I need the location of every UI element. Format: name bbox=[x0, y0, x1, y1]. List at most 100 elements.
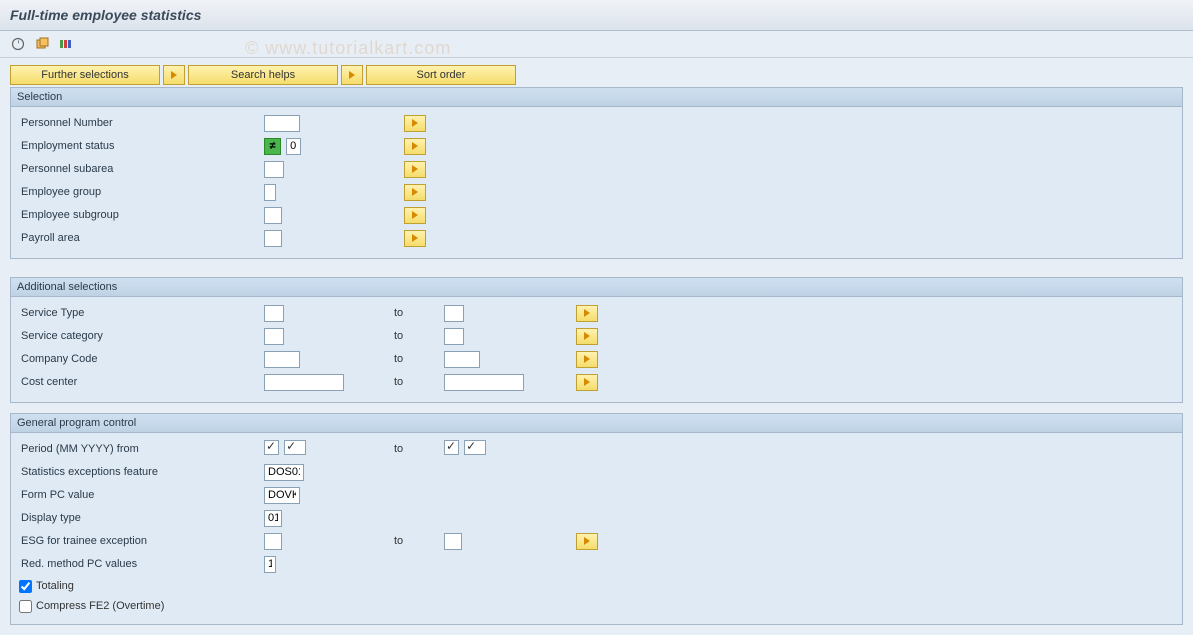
label-stats-exceptions: Statistics exceptions feature bbox=[19, 466, 264, 478]
input-personnel-subarea[interactable] bbox=[264, 161, 284, 178]
input-red-method[interactable] bbox=[264, 556, 276, 573]
row-red-method: Red. method PC values bbox=[19, 553, 1174, 575]
more-button[interactable] bbox=[576, 328, 598, 345]
row-cost-center: Cost center to bbox=[19, 371, 1174, 393]
to-label: to bbox=[394, 307, 444, 319]
label-cost-center: Cost center bbox=[19, 376, 264, 388]
checkbox-totaling[interactable] bbox=[19, 580, 32, 593]
further-selections-button[interactable]: Further selections bbox=[10, 65, 160, 85]
label-payroll-area: Payroll area bbox=[19, 232, 264, 244]
row-totaling: Totaling bbox=[19, 576, 1174, 596]
sort-order-button[interactable]: Sort order bbox=[366, 65, 516, 85]
variant-icon[interactable] bbox=[34, 36, 50, 52]
input-esg-trainee-low[interactable] bbox=[264, 533, 282, 550]
input-form-pc[interactable] bbox=[264, 487, 300, 504]
not-equal-icon[interactable]: ≠ bbox=[264, 138, 281, 155]
input-personnel-number[interactable] bbox=[264, 115, 300, 132]
row-personnel-subarea: Personnel subarea bbox=[19, 158, 1174, 180]
arrow-right-icon bbox=[412, 234, 418, 242]
general-panel: General program control Period (MM YYYY)… bbox=[10, 413, 1183, 625]
additional-panel-header: Additional selections bbox=[11, 278, 1182, 297]
label-employment-status: Employment status bbox=[19, 140, 264, 152]
more-button[interactable] bbox=[576, 351, 598, 368]
checkbox-compress-fe2[interactable] bbox=[19, 600, 32, 613]
more-button[interactable] bbox=[576, 305, 598, 322]
more-button[interactable] bbox=[404, 230, 426, 247]
row-company-code: Company Code to bbox=[19, 348, 1174, 370]
selection-buttons: Further selections Search helps Sort ord… bbox=[0, 58, 1193, 87]
input-esg-trainee-high[interactable] bbox=[444, 533, 462, 550]
search-helps-button[interactable]: Search helps bbox=[188, 65, 338, 85]
more-button[interactable] bbox=[404, 161, 426, 178]
arrow-right-icon bbox=[412, 211, 418, 219]
input-display-type[interactable] bbox=[264, 510, 282, 527]
label-employee-subgroup: Employee subgroup bbox=[19, 209, 264, 221]
input-cost-center-high[interactable] bbox=[444, 374, 524, 391]
row-period: Period (MM YYYY) from to bbox=[19, 438, 1174, 460]
selection-panel-header: Selection bbox=[11, 88, 1182, 107]
arrow-right-icon bbox=[171, 71, 177, 79]
arrow-right-icon bbox=[584, 355, 590, 363]
input-stats-exceptions[interactable] bbox=[264, 464, 304, 481]
selection-panel: Selection Personnel Number Employment st… bbox=[10, 87, 1183, 259]
page-title: Full-time employee statistics bbox=[0, 0, 1193, 31]
label-personnel-subarea: Personnel subarea bbox=[19, 163, 264, 175]
input-service-type-high[interactable] bbox=[444, 305, 464, 322]
row-employment-status: Employment status ≠ bbox=[19, 135, 1174, 157]
additional-panel: Additional selections Service Type to Se… bbox=[10, 277, 1183, 403]
row-service-category: Service category to bbox=[19, 325, 1174, 347]
label-form-pc: Form PC value bbox=[19, 489, 264, 501]
required-check-icon bbox=[284, 440, 306, 455]
arrow-right-icon bbox=[349, 71, 355, 79]
input-employee-group[interactable] bbox=[264, 184, 276, 201]
general-panel-header: General program control bbox=[11, 414, 1182, 433]
label-totaling: Totaling bbox=[36, 580, 74, 592]
required-check-icon bbox=[444, 440, 459, 455]
label-service-type: Service Type bbox=[19, 307, 264, 319]
row-employee-group: Employee group bbox=[19, 181, 1174, 203]
more-button[interactable] bbox=[576, 533, 598, 550]
input-employment-status[interactable] bbox=[286, 138, 301, 155]
input-service-type-low[interactable] bbox=[264, 305, 284, 322]
input-company-code-low[interactable] bbox=[264, 351, 300, 368]
arrow-right-icon bbox=[412, 142, 418, 150]
sort-order-arrow-button[interactable] bbox=[341, 65, 363, 85]
input-service-category-high[interactable] bbox=[444, 328, 464, 345]
row-service-type: Service Type to bbox=[19, 302, 1174, 324]
label-esg-trainee: ESG for trainee exception bbox=[19, 535, 264, 547]
more-button[interactable] bbox=[404, 207, 426, 224]
more-button[interactable] bbox=[404, 115, 426, 132]
more-button[interactable] bbox=[404, 138, 426, 155]
status-icon[interactable] bbox=[58, 36, 74, 52]
to-label: to bbox=[394, 376, 444, 388]
input-employee-subgroup[interactable] bbox=[264, 207, 282, 224]
input-cost-center-low[interactable] bbox=[264, 374, 344, 391]
execute-icon[interactable] bbox=[10, 36, 26, 52]
label-employee-group: Employee group bbox=[19, 186, 264, 198]
arrow-right-icon bbox=[412, 188, 418, 196]
label-display-type: Display type bbox=[19, 512, 264, 524]
row-compress-fe2: Compress FE2 (Overtime) bbox=[19, 596, 1174, 616]
required-check-icon bbox=[264, 440, 279, 455]
to-label: to bbox=[394, 353, 444, 365]
row-esg-trainee: ESG for trainee exception to bbox=[19, 530, 1174, 552]
more-button[interactable] bbox=[404, 184, 426, 201]
required-check-icon bbox=[464, 440, 486, 455]
row-stats-exceptions: Statistics exceptions feature bbox=[19, 461, 1174, 483]
toolbar-icons bbox=[0, 31, 1193, 58]
input-service-category-low[interactable] bbox=[264, 328, 284, 345]
label-compress-fe2: Compress FE2 (Overtime) bbox=[36, 600, 164, 612]
more-button[interactable] bbox=[576, 374, 598, 391]
row-payroll-area: Payroll area bbox=[19, 227, 1174, 249]
input-company-code-high[interactable] bbox=[444, 351, 480, 368]
arrow-right-icon bbox=[412, 119, 418, 127]
row-form-pc: Form PC value bbox=[19, 484, 1174, 506]
arrow-right-icon bbox=[412, 165, 418, 173]
search-helps-arrow-button[interactable] bbox=[163, 65, 185, 85]
input-payroll-area[interactable] bbox=[264, 230, 282, 247]
label-company-code: Company Code bbox=[19, 353, 264, 365]
arrow-right-icon bbox=[584, 537, 590, 545]
arrow-right-icon bbox=[584, 332, 590, 340]
to-label: to bbox=[394, 535, 444, 547]
arrow-right-icon bbox=[584, 378, 590, 386]
